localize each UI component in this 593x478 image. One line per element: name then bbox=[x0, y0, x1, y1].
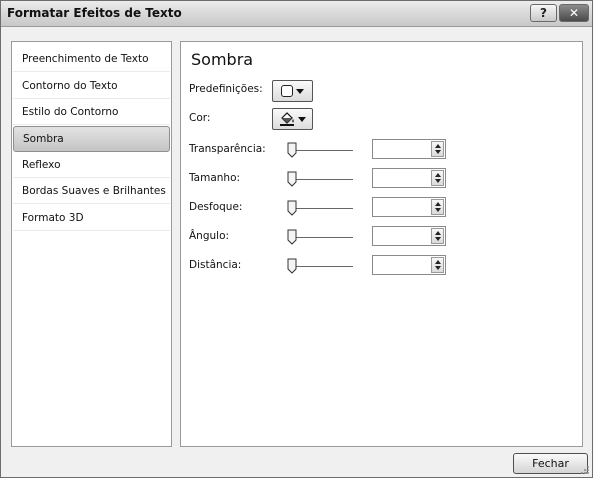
sidebar-item-label: Reflexo bbox=[22, 159, 61, 171]
transparency-label: Transparência: bbox=[189, 143, 266, 155]
transparency-slider-thumb[interactable] bbox=[287, 142, 297, 158]
spin-up-icon bbox=[434, 231, 441, 235]
spin-up-icon bbox=[434, 173, 441, 177]
spin-down-icon bbox=[434, 237, 441, 241]
spin-up-icon bbox=[434, 144, 441, 148]
transparency-spin-buttons[interactable] bbox=[431, 141, 444, 157]
blur-slider-thumb[interactable] bbox=[287, 200, 297, 216]
angle-spinbox[interactable] bbox=[372, 226, 446, 246]
sidebar-item-glow-soft-edges[interactable]: Bordas Suaves e Brilhantes bbox=[13, 178, 170, 204]
color-dropdown[interactable] bbox=[272, 108, 313, 130]
sidebar-item-text-fill[interactable]: Preenchimento de Texto bbox=[13, 46, 170, 72]
sidebar-item-label: Formato 3D bbox=[22, 212, 84, 224]
shadow-settings-panel: Sombra Predefinições: Cor: Transparência… bbox=[180, 41, 583, 447]
sidebar-item-label: Preenchimento de Texto bbox=[22, 53, 149, 65]
spin-down-icon bbox=[434, 208, 441, 212]
angle-slider-thumb[interactable] bbox=[287, 229, 297, 245]
shadow-preset-icon bbox=[281, 85, 293, 97]
sidebar-item-label: Sombra bbox=[23, 133, 64, 145]
chevron-down-icon bbox=[296, 88, 304, 94]
sidebar-item-reflection[interactable]: Reflexo bbox=[13, 152, 170, 178]
close-icon: ✕ bbox=[568, 6, 580, 20]
section-title: Sombra bbox=[191, 50, 254, 69]
sidebar-item-label: Estilo do Contorno bbox=[22, 106, 119, 118]
title-bar[interactable]: Formatar Efeitos de Texto ? ✕ bbox=[1, 1, 592, 27]
presets-label: Predefinições: bbox=[189, 83, 263, 95]
size-slider-thumb[interactable] bbox=[287, 171, 297, 187]
spin-up-icon bbox=[434, 260, 441, 264]
distance-slider-track[interactable] bbox=[291, 266, 353, 267]
color-label: Cor: bbox=[189, 112, 211, 124]
window-title: Formatar Efeitos de Texto bbox=[7, 6, 182, 20]
spin-down-icon bbox=[434, 179, 441, 183]
distance-spinbox[interactable] bbox=[372, 255, 446, 275]
blur-spin-buttons[interactable] bbox=[431, 199, 444, 215]
sidebar-item-shadow[interactable]: Sombra bbox=[13, 126, 170, 152]
blur-spinbox[interactable] bbox=[372, 197, 446, 217]
blur-label: Desfoque: bbox=[189, 201, 243, 213]
sidebar-item-outline-style[interactable]: Estilo do Contorno bbox=[13, 99, 170, 125]
paint-bucket-icon bbox=[280, 112, 294, 126]
sidebar-item-3d-format[interactable]: Formato 3D bbox=[13, 205, 170, 231]
chevron-down-icon bbox=[298, 116, 306, 122]
transparency-spinbox[interactable] bbox=[372, 139, 446, 159]
distance-label: Distância: bbox=[189, 259, 242, 271]
distance-spin-buttons[interactable] bbox=[431, 257, 444, 273]
sidebar-item-label: Contorno do Texto bbox=[22, 80, 118, 92]
angle-label: Ângulo: bbox=[189, 230, 230, 242]
spin-up-icon bbox=[434, 202, 441, 206]
transparency-slider-track[interactable] bbox=[291, 150, 353, 151]
spin-down-icon bbox=[434, 150, 441, 154]
close-window-button[interactable]: ✕ bbox=[559, 4, 589, 22]
format-text-effects-dialog: Formatar Efeitos de Texto ? ✕ Preenchime… bbox=[0, 0, 593, 478]
size-spin-buttons[interactable] bbox=[431, 170, 444, 186]
distance-slider-thumb[interactable] bbox=[287, 258, 297, 274]
blur-slider-track[interactable] bbox=[291, 208, 353, 209]
sidebar-item-text-outline[interactable]: Contorno do Texto bbox=[13, 73, 170, 99]
close-button[interactable]: Fechar bbox=[513, 453, 588, 474]
angle-slider-track[interactable] bbox=[291, 237, 353, 238]
spin-down-icon bbox=[434, 266, 441, 270]
size-slider-track[interactable] bbox=[291, 179, 353, 180]
help-button[interactable]: ? bbox=[530, 4, 557, 22]
category-list: Preenchimento de Texto Contorno do Texto… bbox=[11, 41, 172, 447]
help-icon: ? bbox=[540, 6, 547, 20]
size-spinbox[interactable] bbox=[372, 168, 446, 188]
sidebar-item-label: Bordas Suaves e Brilhantes bbox=[22, 185, 166, 197]
presets-dropdown[interactable] bbox=[272, 80, 313, 102]
size-label: Tamanho: bbox=[189, 172, 241, 184]
angle-spin-buttons[interactable] bbox=[431, 228, 444, 244]
resize-grip-icon[interactable] bbox=[580, 465, 590, 475]
